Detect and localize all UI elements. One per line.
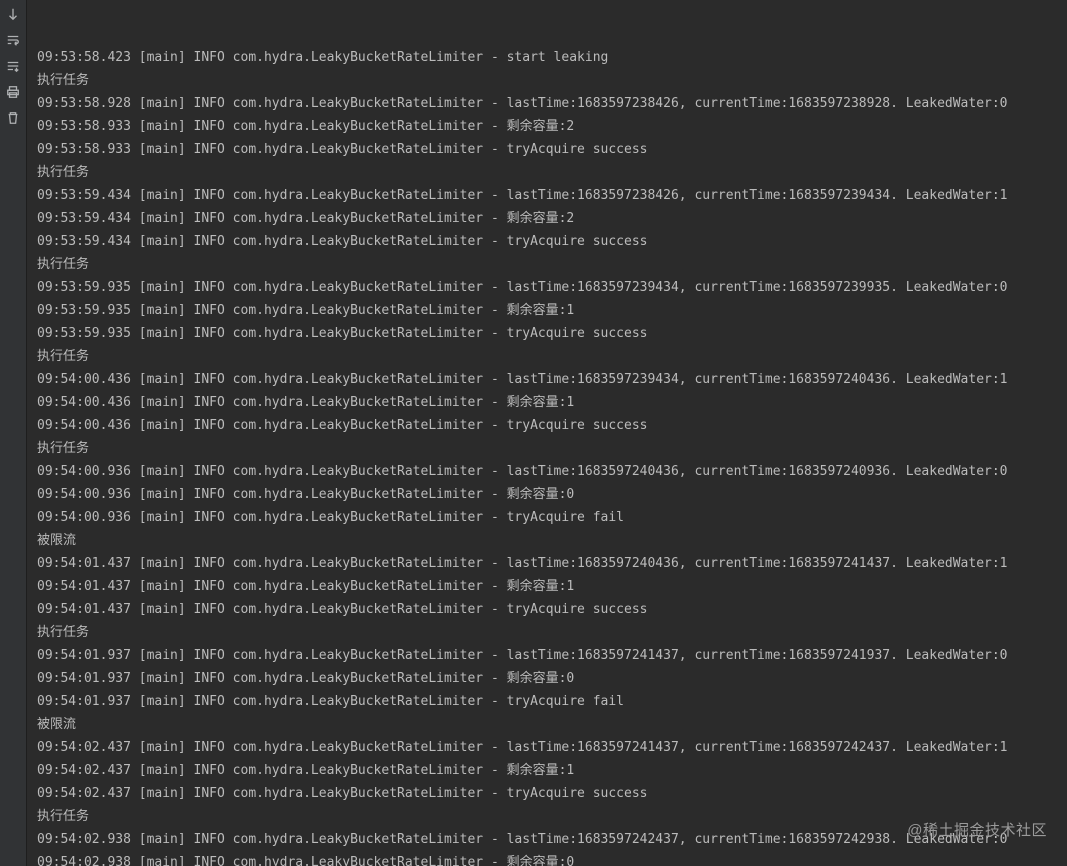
log-line: 执行任务 [37,253,1057,276]
log-line: 执行任务 [37,161,1057,184]
console-gutter [0,0,27,866]
clear-icon[interactable] [3,108,23,128]
watermark-label: @稀土掘金技术社区 [907,819,1047,842]
log-line: 09:53:59.434 [main] INFO com.hydra.Leaky… [37,207,1057,230]
log-line: 09:54:01.437 [main] INFO com.hydra.Leaky… [37,598,1057,621]
log-line: 09:54:02.938 [main] INFO com.hydra.Leaky… [37,851,1057,866]
log-line: 执行任务 [37,69,1057,92]
log-line: 09:54:00.936 [main] INFO com.hydra.Leaky… [37,506,1057,529]
print-icon[interactable] [3,82,23,102]
log-line: 09:53:59.434 [main] INFO com.hydra.Leaky… [37,184,1057,207]
log-line: 09:54:02.437 [main] INFO com.hydra.Leaky… [37,782,1057,805]
log-line: 09:54:00.436 [main] INFO com.hydra.Leaky… [37,368,1057,391]
log-line: 09:54:00.436 [main] INFO com.hydra.Leaky… [37,391,1057,414]
log-line: 09:54:00.936 [main] INFO com.hydra.Leaky… [37,460,1057,483]
log-line: 执行任务 [37,621,1057,644]
log-line: 09:53:59.434 [main] INFO com.hydra.Leaky… [37,230,1057,253]
scroll-down-icon[interactable] [3,4,23,24]
log-lines-container: 09:53:58.423 [main] INFO com.hydra.Leaky… [37,46,1057,866]
log-line: 执行任务 [37,805,1057,828]
log-line: 09:54:01.937 [main] INFO com.hydra.Leaky… [37,667,1057,690]
log-line: 09:53:58.928 [main] INFO com.hydra.Leaky… [37,92,1057,115]
log-line: 09:53:58.423 [main] INFO com.hydra.Leaky… [37,46,1057,69]
scroll-to-end-icon[interactable] [3,56,23,76]
log-line: 执行任务 [37,437,1057,460]
log-line: 09:54:00.936 [main] INFO com.hydra.Leaky… [37,483,1057,506]
log-line: 09:53:58.933 [main] INFO com.hydra.Leaky… [37,138,1057,161]
log-line: 09:54:02.437 [main] INFO com.hydra.Leaky… [37,759,1057,782]
log-line: 被限流 [37,529,1057,552]
log-line: 09:54:01.437 [main] INFO com.hydra.Leaky… [37,575,1057,598]
log-line: 09:54:00.436 [main] INFO com.hydra.Leaky… [37,414,1057,437]
log-line: 09:54:02.938 [main] INFO com.hydra.Leaky… [37,828,1057,851]
log-line: 执行任务 [37,345,1057,368]
log-line: 09:54:01.937 [main] INFO com.hydra.Leaky… [37,644,1057,667]
log-line: 被限流 [37,713,1057,736]
log-line: 09:53:59.935 [main] INFO com.hydra.Leaky… [37,299,1057,322]
log-line: 09:54:02.437 [main] INFO com.hydra.Leaky… [37,736,1057,759]
soft-wrap-icon[interactable] [3,30,23,50]
console-output[interactable]: 09:53:58.423 [main] INFO com.hydra.Leaky… [27,0,1067,866]
log-line: 09:54:01.937 [main] INFO com.hydra.Leaky… [37,690,1057,713]
log-line: 09:53:59.935 [main] INFO com.hydra.Leaky… [37,276,1057,299]
log-line: 09:54:01.437 [main] INFO com.hydra.Leaky… [37,552,1057,575]
log-line: 09:53:59.935 [main] INFO com.hydra.Leaky… [37,322,1057,345]
log-line: 09:53:58.933 [main] INFO com.hydra.Leaky… [37,115,1057,138]
